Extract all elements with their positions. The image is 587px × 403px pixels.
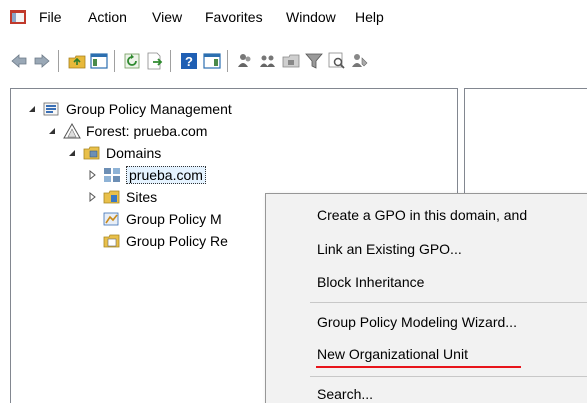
back-icon[interactable] xyxy=(10,52,28,70)
tree-label: Forest: prueba.com xyxy=(86,123,208,139)
refresh-icon[interactable] xyxy=(123,52,141,70)
menu-separator xyxy=(310,376,587,377)
toolbar-separator xyxy=(227,50,228,72)
expanded-arrow-icon[interactable] xyxy=(27,104,37,114)
menu-bar: File Action View Favorites Window Help xyxy=(0,0,587,33)
menu-separator xyxy=(310,302,587,303)
tree-item-group-policy-modeling[interactable]: Group Policy M xyxy=(103,208,222,230)
users-icon[interactable] xyxy=(236,52,254,70)
menu-item-modeling-wizard[interactable]: Group Policy Modeling Wizard... xyxy=(317,314,517,330)
toolbar-separator xyxy=(170,50,171,72)
sites-folder-icon xyxy=(103,190,120,204)
tree-label: Group Policy M xyxy=(126,211,222,227)
annotation-underline xyxy=(316,366,521,368)
collapsed-arrow-icon[interactable] xyxy=(87,170,97,180)
collapsed-arrow-icon[interactable] xyxy=(87,192,97,202)
menu-item-block-inheritance[interactable]: Block Inheritance xyxy=(317,274,424,290)
tree-item-group-policy-management[interactable]: Group Policy Management xyxy=(27,98,232,120)
menu-item-new-organizational-unit[interactable]: New Organizational Unit xyxy=(317,346,468,362)
tree-item-group-policy-results[interactable]: Group Policy Re xyxy=(103,230,228,252)
show-hide-action-pane-icon[interactable] xyxy=(203,52,221,70)
find-icon[interactable] xyxy=(328,52,346,70)
tree-item-sites[interactable]: Sites xyxy=(87,186,157,208)
delegate-icon[interactable] xyxy=(351,52,369,70)
menu-window[interactable]: Window xyxy=(286,9,336,25)
tree-label: Group Policy Re xyxy=(126,233,228,249)
tree-item-domain-prueba[interactable]: prueba.com xyxy=(87,164,206,186)
forest-icon xyxy=(63,123,81,139)
menu-item-search[interactable]: Search... xyxy=(317,386,373,402)
tree-label: Group Policy Management xyxy=(66,101,232,117)
menu-help[interactable]: Help xyxy=(355,9,384,25)
domains-folder-icon xyxy=(83,146,100,160)
menu-action[interactable]: Action xyxy=(88,9,127,25)
toolbar-separator xyxy=(114,50,115,72)
toolbar-separator xyxy=(58,50,59,72)
tree-item-forest[interactable]: Forest: prueba.com xyxy=(47,120,207,142)
groups-icon[interactable] xyxy=(259,52,277,70)
forward-icon[interactable] xyxy=(33,52,51,70)
tree-label: Sites xyxy=(126,189,158,205)
menu-favorites[interactable]: Favorites xyxy=(205,9,263,25)
menu-view[interactable]: View xyxy=(152,9,182,25)
show-hide-tree-icon[interactable] xyxy=(90,52,108,70)
tree-label: Domains xyxy=(106,145,162,161)
tree-label-selected: prueba.com xyxy=(126,166,206,184)
filter-icon[interactable] xyxy=(305,52,323,70)
tree-item-domains[interactable]: Domains xyxy=(67,142,161,164)
menu-file[interactable]: File xyxy=(39,9,62,25)
export-list-icon[interactable] xyxy=(146,52,164,70)
expanded-arrow-icon[interactable] xyxy=(67,148,77,158)
context-menu xyxy=(265,193,587,403)
svg-text:?: ? xyxy=(185,54,193,69)
up-folder-icon[interactable] xyxy=(68,52,86,70)
menu-item-link-existing-gpo[interactable]: Link an Existing GPO... xyxy=(317,241,462,257)
mmc-console-icon[interactable] xyxy=(10,10,26,24)
org-unit-icon[interactable] xyxy=(282,52,300,70)
expanded-arrow-icon[interactable] xyxy=(47,126,57,136)
group-policy-management-icon xyxy=(43,102,59,116)
modeling-icon xyxy=(103,212,119,226)
help-icon[interactable]: ? xyxy=(180,52,198,70)
results-icon xyxy=(103,234,120,248)
menu-item-create-gpo[interactable]: Create a GPO in this domain, and xyxy=(317,207,527,223)
domain-icon xyxy=(104,168,120,182)
